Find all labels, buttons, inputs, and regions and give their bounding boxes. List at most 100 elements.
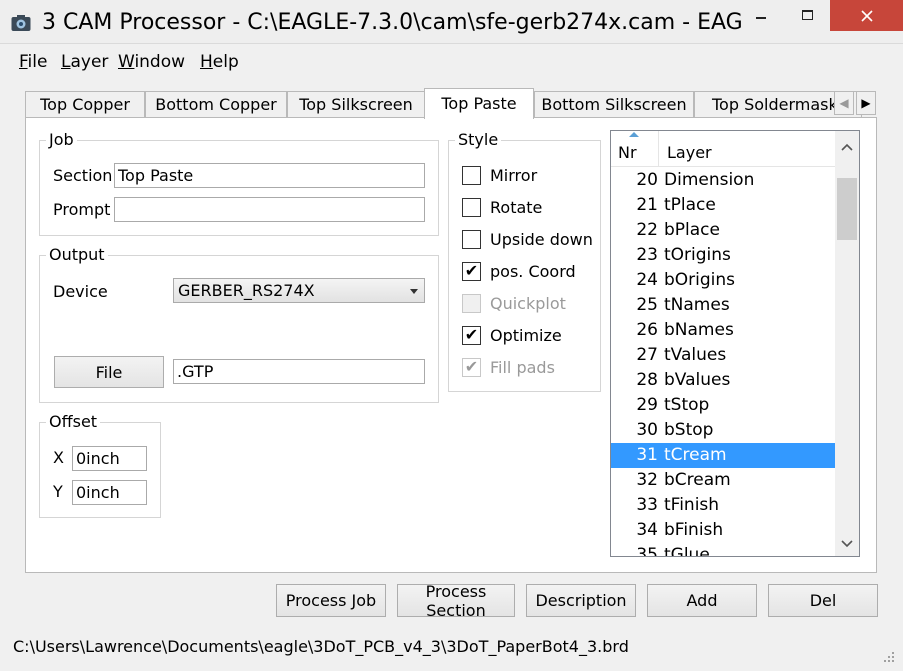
close-button[interactable] bbox=[830, 0, 903, 31]
process-job-button[interactable]: Process Job bbox=[276, 584, 386, 617]
list-item[interactable]: 30 bStop bbox=[611, 418, 835, 443]
layer-name: tValues bbox=[664, 345, 727, 365]
offset-x-input[interactable]: 0inch bbox=[72, 446, 147, 471]
list-item[interactable]: 28 bValues bbox=[611, 368, 835, 393]
checkbox-label: Quickplot bbox=[490, 293, 566, 313]
menu-bar: File Layer Window Help bbox=[0, 48, 903, 76]
list-item[interactable]: 33 tFinish bbox=[611, 493, 835, 518]
checkbox-box[interactable] bbox=[462, 197, 481, 217]
column-divider[interactable] bbox=[658, 131, 659, 167]
column-header-layer[interactable]: Layer bbox=[667, 143, 712, 162]
layer-number: 33 bbox=[636, 495, 658, 515]
checkbox-label: Optimize bbox=[490, 325, 562, 345]
maximize-button[interactable] bbox=[784, 0, 830, 30]
add-button[interactable]: Add bbox=[647, 584, 757, 617]
tab-bottom-silkscreen[interactable]: Bottom Silkscreen bbox=[534, 91, 694, 118]
layer-number: 34 bbox=[636, 520, 658, 540]
prompt-input[interactable] bbox=[114, 197, 425, 222]
list-header: Nr Layer bbox=[611, 131, 835, 167]
list-item[interactable]: 34 bFinish bbox=[611, 518, 835, 543]
checkbox-upside-down[interactable]: Upside down bbox=[462, 228, 593, 250]
checkbox-box[interactable]: ✔ bbox=[462, 261, 481, 281]
checkbox-optimize[interactable]: ✔ Optimize bbox=[462, 324, 562, 346]
offset-y-input[interactable]: 0inch bbox=[72, 480, 147, 505]
scrollbar-thumb[interactable] bbox=[837, 178, 857, 240]
list-item[interactable]: 35 tGlue bbox=[611, 543, 835, 557]
checkbox-rotate[interactable]: Rotate bbox=[462, 196, 542, 218]
del-button[interactable]: Del bbox=[768, 584, 878, 617]
list-item[interactable]: 21 tPlace bbox=[611, 193, 835, 218]
tab-top-paste[interactable]: Top Paste bbox=[424, 88, 534, 119]
maximize-icon bbox=[801, 10, 813, 20]
list-item[interactable]: 27 tValues bbox=[611, 343, 835, 368]
layer-name: tPlace bbox=[664, 195, 716, 215]
list-item[interactable]: 22 bPlace bbox=[611, 218, 835, 243]
device-label: Device bbox=[53, 282, 108, 301]
layer-name: tOrigins bbox=[664, 245, 731, 265]
description-button[interactable]: Description bbox=[526, 584, 636, 617]
checkbox-mirror[interactable]: Mirror bbox=[462, 164, 537, 186]
layer-name: tFinish bbox=[664, 495, 720, 515]
menu-window[interactable]: Window bbox=[118, 51, 185, 73]
tab-top-silkscreen[interactable]: Top Silkscreen bbox=[287, 91, 425, 118]
list-item[interactable]: 23 tOrigins bbox=[611, 243, 835, 268]
list-item[interactable]: 26 bNames bbox=[611, 318, 835, 343]
checkbox-label: pos. Coord bbox=[490, 261, 576, 281]
layer-name: bOrigins bbox=[664, 270, 736, 290]
checkbox-box[interactable] bbox=[462, 229, 481, 249]
list-item[interactable]: 32 bCream bbox=[611, 468, 835, 493]
checkmark-icon: ✔ bbox=[464, 325, 479, 344]
layer-name: bPlace bbox=[664, 220, 720, 240]
section-input[interactable]: Top Paste bbox=[114, 163, 425, 188]
checkbox-label: Fill pads bbox=[490, 357, 555, 377]
checkbox-label: Rotate bbox=[490, 197, 543, 217]
layer-number: 20 bbox=[636, 170, 658, 190]
checkbox-box[interactable]: ✔ bbox=[462, 325, 481, 345]
tab-scroll-right[interactable]: ▶ bbox=[856, 91, 876, 115]
layer-number: 32 bbox=[636, 470, 658, 490]
layer-name: bStop bbox=[664, 420, 714, 440]
menu-file[interactable]: File bbox=[19, 51, 47, 73]
process-section-button[interactable]: Process Section bbox=[397, 582, 515, 620]
device-select[interactable]: GERBER_RS274X bbox=[173, 278, 425, 303]
window-title: 3 CAM Processor - C:\EAGLE-7.3.0\cam\sfe… bbox=[42, 10, 742, 35]
scroll-down-icon[interactable] bbox=[840, 536, 854, 550]
layer-name: tCream bbox=[664, 445, 727, 465]
column-header-nr[interactable]: Nr bbox=[618, 143, 637, 162]
layer-number: 24 bbox=[636, 270, 658, 290]
layer-number: 31 bbox=[636, 445, 658, 465]
list-item[interactable]: 25 tNames bbox=[611, 293, 835, 318]
layer-list[interactable]: Nr Layer 20 Dimension 21 tPlace 22 bPlace 2… bbox=[610, 130, 860, 557]
file-input[interactable]: .GTP bbox=[173, 359, 425, 384]
checkbox-box[interactable] bbox=[462, 165, 481, 185]
menu-help[interactable]: Help bbox=[200, 51, 239, 73]
checkbox-quickplot: Quickplot bbox=[462, 292, 566, 314]
file-button[interactable]: File bbox=[54, 356, 164, 388]
chevron-right-icon: ▶ bbox=[861, 96, 871, 110]
layer-number: 35 bbox=[636, 545, 658, 557]
list-item-selected[interactable]: 31 tCream bbox=[611, 443, 835, 468]
layer-number: 30 bbox=[636, 420, 658, 440]
layer-name: tStop bbox=[664, 395, 710, 415]
offset-group-title: Offset bbox=[46, 413, 101, 431]
layer-name: bNames bbox=[664, 320, 734, 340]
minimize-button[interactable] bbox=[738, 0, 784, 30]
tab-scroll-left[interactable]: ◀ bbox=[834, 91, 854, 115]
checkbox-pos-coord[interactable]: ✔ pos. Coord bbox=[462, 260, 576, 282]
checkmark-icon: ✔ bbox=[464, 261, 479, 280]
tab-bottom-copper[interactable]: Bottom Copper bbox=[145, 91, 287, 118]
scroll-up-icon[interactable] bbox=[840, 141, 854, 155]
list-item[interactable]: 24 bOrigins bbox=[611, 268, 835, 293]
layer-number: 28 bbox=[636, 370, 658, 390]
layer-name: Dimension bbox=[664, 170, 755, 190]
list-item[interactable]: 29 tStop bbox=[611, 393, 835, 418]
layer-number: 22 bbox=[636, 220, 658, 240]
menu-layer[interactable]: Layer bbox=[61, 51, 108, 73]
layer-name: bFinish bbox=[664, 520, 724, 540]
list-item[interactable]: 20 Dimension bbox=[611, 168, 835, 193]
layer-number: 29 bbox=[636, 395, 658, 415]
tab-top-copper[interactable]: Top Copper bbox=[25, 91, 145, 118]
vertical-scrollbar[interactable] bbox=[835, 131, 859, 556]
resize-grip-icon[interactable] bbox=[882, 650, 896, 664]
output-group-title: Output bbox=[46, 246, 108, 264]
